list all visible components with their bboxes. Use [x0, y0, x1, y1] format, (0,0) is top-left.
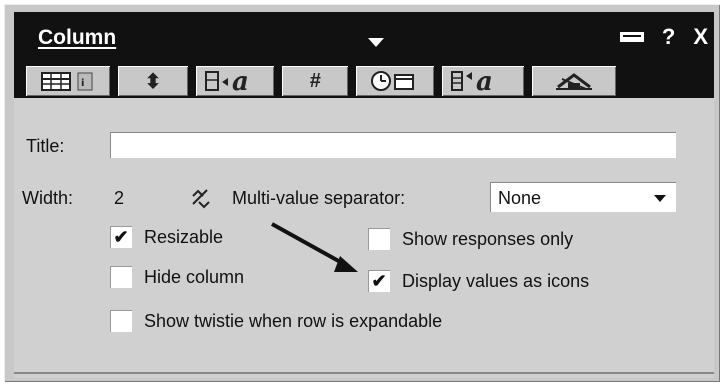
tab-strip: i ⬍ a # a	[14, 62, 714, 98]
resizable-checkbox[interactable]: ✔	[110, 226, 132, 248]
hide-column-option[interactable]: Hide column	[110, 266, 244, 288]
window-title: Column	[38, 26, 117, 49]
separator-value: None	[498, 188, 542, 208]
chevron-down-icon	[654, 195, 666, 202]
width-input[interactable]: 2	[110, 184, 216, 210]
title-font-icon: a	[451, 68, 493, 94]
tab-title-font[interactable]: a	[442, 66, 524, 96]
width-value: 2	[114, 188, 125, 208]
separator-select[interactable]: None	[490, 182, 676, 212]
table-icon: i	[41, 72, 93, 91]
display-icons-checkbox[interactable]: ✔	[368, 270, 390, 292]
close-button[interactable]: X	[693, 26, 708, 48]
help-button[interactable]: ?	[662, 26, 675, 48]
column-properties-panel: Title: Width: 2 Multi-value separator: N…	[14, 98, 714, 378]
chevron-down-icon[interactable]	[368, 38, 384, 47]
spin-icon[interactable]	[190, 186, 212, 210]
resizable-label: Resizable	[144, 226, 224, 247]
svg-text:a: a	[476, 68, 493, 94]
sort-icon: ⬍	[144, 70, 162, 93]
svg-text:i: i	[81, 78, 84, 89]
show-responses-option[interactable]: Show responses only	[368, 228, 573, 250]
hide-column-label: Hide column	[144, 266, 245, 287]
tab-column-info[interactable]: i	[26, 66, 110, 96]
tab-sorting[interactable]: ⬍	[118, 66, 188, 96]
svg-text:a: a	[232, 68, 249, 94]
resizable-option[interactable]: ✔ Resizable	[110, 226, 223, 248]
hide-column-checkbox[interactable]	[110, 266, 132, 288]
show-twistie-checkbox[interactable]	[110, 310, 132, 332]
divider	[14, 372, 714, 374]
window-controls: ? X	[619, 26, 708, 48]
font-icon: a	[205, 68, 249, 94]
advanced-settings-icon	[556, 73, 592, 90]
show-twistie-label: Show twistie when row is expandable	[144, 310, 443, 331]
title-label: Title:	[26, 136, 65, 156]
display-icons-label: Display values as icons	[402, 270, 590, 291]
tab-date-time[interactable]	[356, 66, 434, 96]
title-input[interactable]	[110, 132, 676, 158]
clock-calendar-icon	[371, 71, 414, 91]
tab-advanced[interactable]	[532, 66, 616, 96]
show-twistie-option[interactable]: Show twistie when row is expandable	[110, 310, 442, 332]
display-icons-option[interactable]: ✔ Display values as icons	[368, 270, 589, 292]
multi-value-separator-label: Multi-value separator:	[232, 188, 406, 208]
title-bar: Column ? X	[14, 12, 714, 62]
width-label: Width:	[22, 188, 74, 208]
show-responses-checkbox[interactable]	[368, 228, 390, 250]
tab-font[interactable]: a	[196, 66, 274, 96]
show-responses-label: Show responses only	[402, 228, 574, 249]
tab-number[interactable]: #	[282, 66, 348, 96]
number-icon: #	[309, 69, 321, 92]
collapse-icon[interactable]	[619, 32, 644, 42]
